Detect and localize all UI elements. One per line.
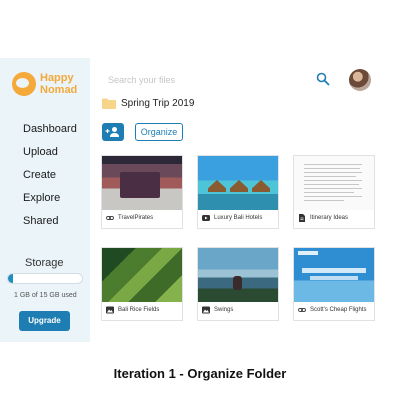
- add-user-button[interactable]: [102, 123, 124, 141]
- file-card-travelpirates[interactable]: TravelPirates: [101, 155, 183, 229]
- sidebar-item-dashboard[interactable]: Dashboard: [23, 122, 77, 145]
- file-thumbnail: [102, 248, 182, 302]
- file-name: Swings: [214, 307, 234, 313]
- sidebar-item-create[interactable]: Create: [23, 168, 77, 191]
- logo-mark-icon: [12, 72, 36, 96]
- storage-used-text: 1 GB of 15 GB used: [14, 292, 77, 299]
- organize-button[interactable]: Organize: [135, 123, 183, 141]
- sidebar-nav: Dashboard Upload Create Explore Shared: [23, 122, 77, 237]
- file-card-bali-rice-fields[interactable]: Bali Rice Fields: [101, 247, 183, 321]
- file-card-luxury-bali-hotels[interactable]: Luxury Bali Hotels: [197, 155, 279, 229]
- file-card-itinerary-ideas[interactable]: Itinerary Ideas: [293, 155, 375, 229]
- brand-logo[interactable]: Happy Nomad: [12, 72, 77, 96]
- file-name: Bali Rice Fields: [118, 307, 160, 313]
- document-icon: [299, 214, 305, 222]
- file-name: TravelPirates: [118, 215, 154, 221]
- file-thumbnail: [198, 248, 278, 302]
- avatar[interactable]: [349, 69, 371, 91]
- search-icon[interactable]: [316, 72, 330, 86]
- file-name: Itinerary Ideas: [310, 215, 349, 221]
- upgrade-button[interactable]: Upgrade: [19, 311, 70, 331]
- app-page: Happy Nomad Dashboard Upload Create Expl…: [0, 0, 400, 400]
- image-icon: [202, 306, 210, 314]
- file-thumbnail: [102, 156, 182, 210]
- file-name: Scott's Cheap Flights: [310, 307, 367, 313]
- folder-name: Spring Trip 2019: [121, 98, 195, 109]
- link-icon: [298, 308, 306, 312]
- brand-name: Happy Nomad: [40, 72, 78, 96]
- storage-title: Storage: [25, 257, 64, 269]
- page-caption: Iteration 1 - Organize Folder: [113, 366, 287, 381]
- storage-progress-fill: [8, 274, 13, 283]
- sidebar-item-explore[interactable]: Explore: [23, 191, 77, 214]
- sidebar-item-upload[interactable]: Upload: [23, 145, 77, 168]
- file-thumbnail: [294, 156, 374, 210]
- file-name: Luxury Bali Hotels: [214, 215, 263, 221]
- storage-progress-bar: [7, 273, 83, 284]
- sidebar-item-shared[interactable]: Shared: [23, 214, 77, 237]
- image-icon: [106, 306, 114, 314]
- file-card-swings[interactable]: Swings: [197, 247, 279, 321]
- file-card-scotts-cheap-flights[interactable]: Scott's Cheap Flights: [293, 247, 375, 321]
- link-icon: [106, 216, 114, 220]
- file-thumbnail: [198, 156, 278, 210]
- folder-icon: [102, 98, 116, 109]
- add-user-icon: [105, 127, 119, 137]
- file-thumbnail: [294, 248, 374, 302]
- video-icon: [202, 215, 210, 221]
- search-input[interactable]: [108, 72, 298, 88]
